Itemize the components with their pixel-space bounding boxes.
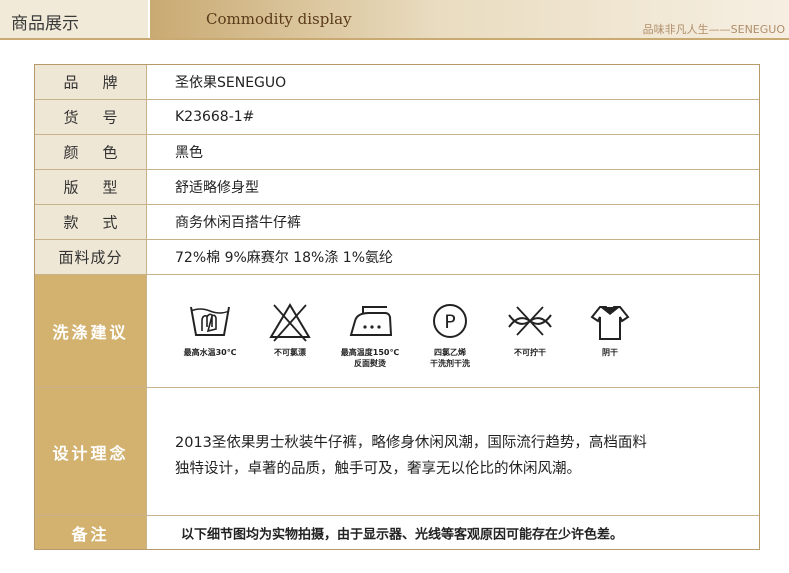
spec-label: 面料成分 (35, 240, 147, 274)
spec-label: 款式 (35, 205, 147, 239)
care-item-wring: 不可拧干 (491, 301, 569, 381)
care-caption: 最高水温30℃ (183, 348, 237, 357)
spec-label: 品牌 (35, 65, 147, 99)
spec-row-style: 款式 商务休闲百搭牛仔裤 (35, 205, 759, 240)
care-item-shade-dry: 阴干 (571, 301, 649, 381)
wash-30-icon (190, 306, 230, 336)
section-tab: 商品展示 (0, 0, 150, 38)
section-title-en: Commodity display (206, 10, 352, 28)
spec-row-fabric: 面料成分 72%棉 9%麻赛尔 18%涤 1%氨纶 (35, 240, 759, 275)
spec-label: 版型 (35, 170, 147, 204)
care-item-dryclean: P 四氯乙烯 干洗剂干洗 (411, 301, 489, 381)
design-line: 独特设计，卓著的品质，触手可及，奢享无以伦比的休闲风潮。 (175, 461, 581, 477)
spec-row-fit: 版型 舒适略修身型 (35, 170, 759, 205)
svg-text:P: P (444, 311, 455, 333)
spec-row-brand: 品牌 圣依果SENEGUO (35, 65, 759, 100)
spec-value-color: 黑色 (175, 145, 203, 161)
spec-label: 货号 (35, 100, 147, 134)
product-info-table: 品牌 圣依果SENEGUO 货号 K23668-1# 颜色 黑色 版型 舒适略修… (34, 64, 760, 550)
care-caption: 最高温度150℃ 反面熨烫 (340, 348, 400, 368)
no-wring-icon (508, 306, 552, 336)
care-item-bleach: 不可氯漂 (251, 301, 329, 381)
care-caption: 不可氯漂 (274, 348, 306, 357)
design-text: 2013圣依果男士秋装牛仔裤，略修身休闲风潮，国际流行趋势，高档面料 独特设计，… (175, 430, 695, 482)
iron-150-icon (349, 306, 393, 336)
spec-value-style: 商务休闲百搭牛仔裤 (175, 215, 301, 231)
design-line: 2013圣依果男士秋装牛仔裤，略修身休闲风潮，国际流行趋势，高档面料 (175, 435, 647, 451)
design-row: 设计理念 2013圣依果男士秋装牛仔裤，略修身休闲风潮，国际流行趋势，高档面料 … (35, 388, 759, 516)
header-divider (0, 38, 789, 40)
care-item-iron: 最高温度150℃ 反面熨烫 (331, 301, 409, 381)
page-header: 商品展示 Commodity display 品味非凡人生——SENEGUO (0, 0, 789, 40)
note-text: 以下细节图均为实物拍摄，由于显示器、光线等客观原因可能存在少许色差。 (181, 527, 624, 542)
spec-label: 颜色 (35, 135, 147, 169)
section-banner: Commodity display 品味非凡人生——SENEGUO (150, 0, 789, 38)
spec-value-brand: 圣依果SENEGUO (175, 75, 287, 91)
care-caption: 阴干 (602, 348, 618, 357)
care-row: 洗涤建议 最高水温30℃ 不可氯漂 最高温度150℃ 反面熨烫 P 四氯乙烯 干… (35, 275, 759, 388)
note-row: 备注 以下细节图均为实物拍摄，由于显示器、光线等客观原因可能存在少许色差。 (35, 516, 759, 549)
care-item-wash: 最高水温30℃ (171, 301, 249, 381)
spec-row-item-no: 货号 K23668-1# (35, 100, 759, 135)
no-bleach-icon (269, 303, 311, 342)
spec-value-fabric: 72%棉 9%麻赛尔 18%涤 1%氨纶 (175, 250, 394, 266)
shade-dry-icon (590, 306, 630, 340)
care-caption: 不可拧干 (514, 348, 546, 357)
care-caption: 四氯乙烯 干洗剂干洗 (430, 348, 470, 368)
spec-value-item-no: K23668-1# (175, 109, 255, 125)
section-title-cn: 商品展示 (11, 14, 79, 34)
design-label: 设计理念 (35, 388, 147, 515)
care-icons: 最高水温30℃ 不可氯漂 最高温度150℃ 反面熨烫 P 四氯乙烯 干洗剂干洗 … (171, 301, 651, 381)
spec-value-fit: 舒适略修身型 (175, 180, 259, 196)
note-label: 备注 (35, 516, 147, 549)
dry-clean-p-icon: P (433, 304, 467, 338)
care-label: 洗涤建议 (35, 275, 147, 387)
brand-slogan: 品味非凡人生——SENEGUO (642, 23, 785, 36)
spec-row-color: 颜色 黑色 (35, 135, 759, 170)
